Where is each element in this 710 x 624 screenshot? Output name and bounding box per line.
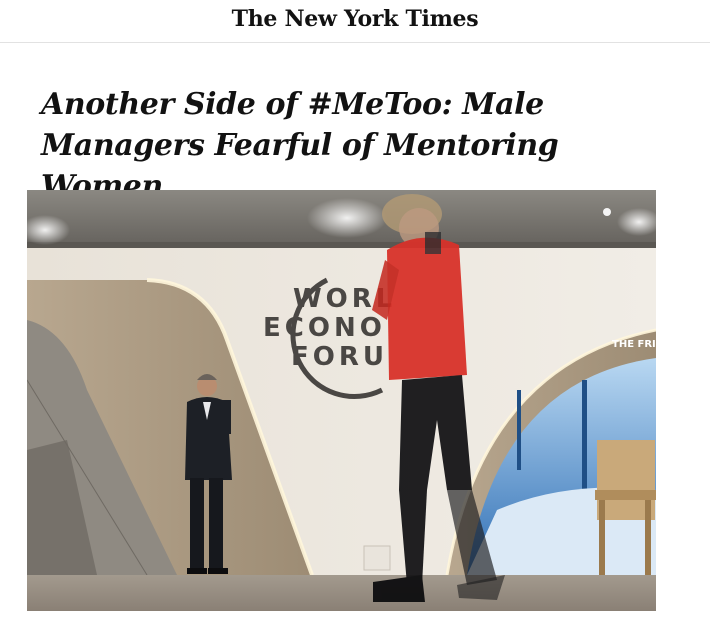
floor bbox=[27, 575, 656, 611]
article-headline: Another Side of #MeToo: Male Managers Fe… bbox=[41, 84, 671, 207]
masthead: The New York Times bbox=[0, 0, 710, 43]
sign-line-2: ECONO bbox=[263, 313, 386, 343]
nyt-logo[interactable]: The New York Times bbox=[0, 6, 710, 32]
sign-right: THE FRIE bbox=[612, 339, 656, 350]
sign-line-3: FORU bbox=[291, 342, 388, 372]
photo-illustration: THE FRIE WORL ECONO FORU bbox=[27, 190, 656, 611]
headline-line-1: Another Side of #MeToo: Male bbox=[41, 87, 544, 122]
article-photo: THE FRIE WORL ECONO FORU bbox=[27, 190, 656, 611]
